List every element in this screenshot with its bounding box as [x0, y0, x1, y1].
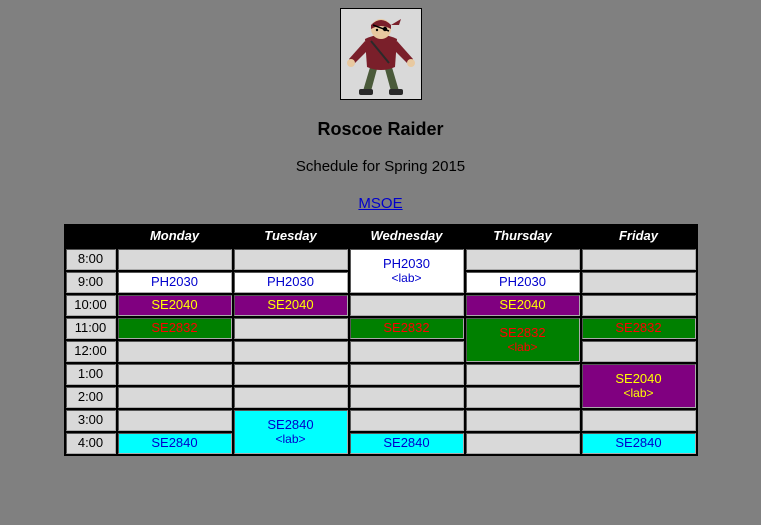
- cell-se2040: SE2040: [118, 295, 232, 316]
- cell-se2832: SE2832: [582, 318, 696, 339]
- day-header-mon: Monday: [118, 226, 232, 247]
- cell: [350, 364, 464, 385]
- time-1600: 4:00: [66, 433, 116, 454]
- header-row: Monday Tuesday Wednesday Thursday Friday: [66, 226, 696, 247]
- cell-se2832: SE2832: [350, 318, 464, 339]
- cell: [466, 249, 580, 270]
- cell-se2040: SE2040: [234, 295, 348, 316]
- cell: [350, 410, 464, 431]
- cell-se2040: SE2040: [466, 295, 580, 316]
- cell: [118, 341, 232, 362]
- cell: [582, 295, 696, 316]
- cell-ph2030: PH2030: [118, 272, 232, 293]
- page-title: Roscoe Raider: [0, 119, 761, 140]
- cell: [582, 410, 696, 431]
- cell: [466, 433, 580, 454]
- cell-se2832: SE2832: [118, 318, 232, 339]
- day-header-thu: Thursday: [466, 226, 580, 247]
- day-header-tue: Tuesday: [234, 226, 348, 247]
- corner-cell: [66, 226, 116, 247]
- cell: [234, 387, 348, 408]
- time-0900: 9:00: [66, 272, 116, 293]
- cell: [582, 341, 696, 362]
- time-0800: 8:00: [66, 249, 116, 270]
- mascot-image: [340, 8, 422, 100]
- cell-se2840-lab: SE2840<lab>: [234, 410, 348, 454]
- cell: [234, 341, 348, 362]
- cell-ph2030: PH2030: [234, 272, 348, 293]
- cell: [234, 364, 348, 385]
- day-header-wed: Wednesday: [350, 226, 464, 247]
- cell-se2840: SE2840: [582, 433, 696, 454]
- cell: [350, 341, 464, 362]
- cell: [466, 364, 580, 385]
- schedule-table: Monday Tuesday Wednesday Thursday Friday…: [64, 224, 698, 456]
- cell: [118, 364, 232, 385]
- cell-ph2030: PH2030: [466, 272, 580, 293]
- cell-se2840: SE2840: [350, 433, 464, 454]
- cell: [466, 387, 580, 408]
- cell: [582, 249, 696, 270]
- cell-se2040-lab: SE2040<lab>: [582, 364, 696, 408]
- time-1200: 12:00: [66, 341, 116, 362]
- cell-se2832-lab: SE2832<lab>: [466, 318, 580, 362]
- cell: [118, 410, 232, 431]
- cell: [234, 249, 348, 270]
- msoe-link[interactable]: MSOE: [358, 195, 402, 212]
- cell: [466, 410, 580, 431]
- time-1300: 1:00: [66, 364, 116, 385]
- time-1000: 10:00: [66, 295, 116, 316]
- cell: [350, 295, 464, 316]
- day-header-fri: Friday: [582, 226, 696, 247]
- page-subtitle: Schedule for Spring 2015: [0, 158, 761, 175]
- time-1400: 2:00: [66, 387, 116, 408]
- cell: [350, 387, 464, 408]
- cell: [582, 272, 696, 293]
- cell: [118, 249, 232, 270]
- cell: [234, 318, 348, 339]
- cell-se2840: SE2840: [118, 433, 232, 454]
- cell-ph2030-lab: PH2030<lab>: [350, 249, 464, 293]
- cell: [118, 387, 232, 408]
- time-1100: 11:00: [66, 318, 116, 339]
- time-1500: 3:00: [66, 410, 116, 431]
